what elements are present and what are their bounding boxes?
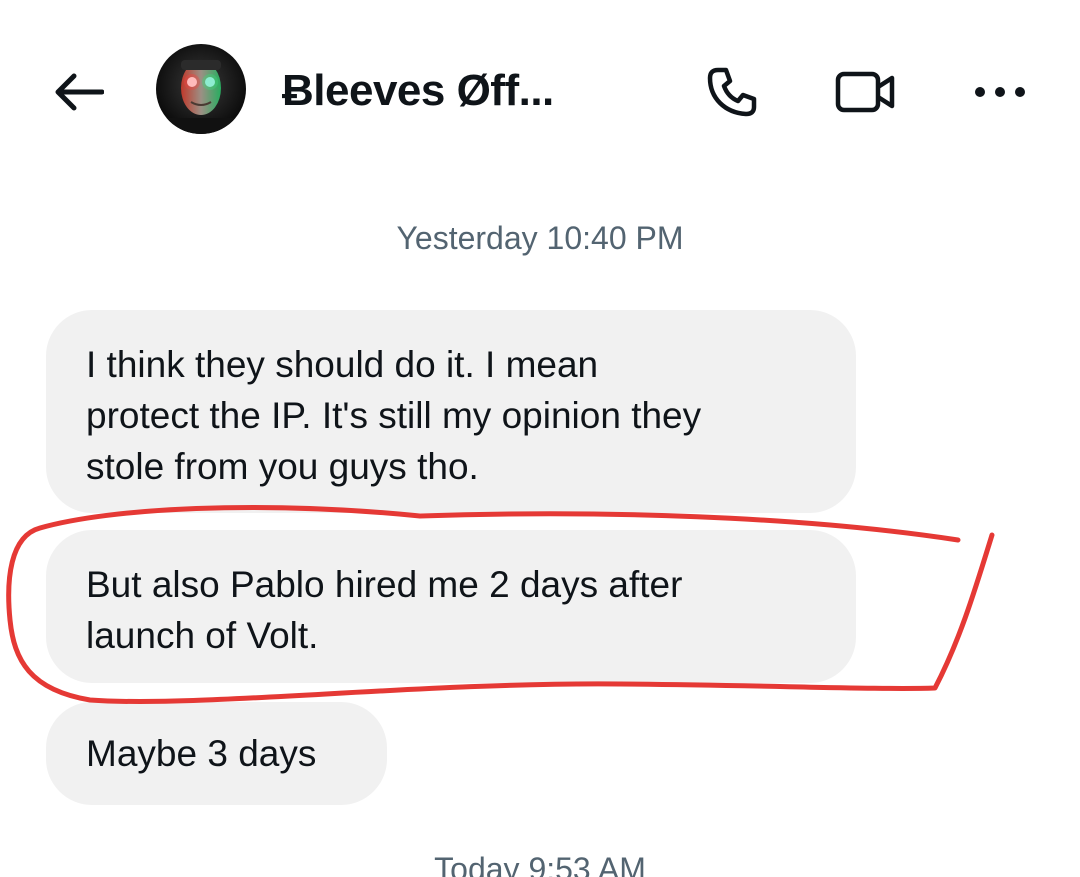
message-bubble[interactable]: I think they should do it. I mean protec…	[46, 310, 856, 513]
back-button[interactable]	[48, 62, 108, 122]
message-line: I think they should do it. I mean	[86, 344, 599, 385]
dm-conversation-screen: Ƀleeves Øff... Yesterday 10:40 PM I thin…	[0, 0, 1080, 877]
message-line: protect the IP. It's still my opinion th…	[86, 395, 702, 436]
call-button[interactable]	[698, 58, 766, 126]
timestamp: Yesterday 10:40 PM	[396, 220, 684, 256]
conversation-title[interactable]: Ƀleeves Øff...	[282, 66, 554, 116]
more-button[interactable]	[966, 58, 1034, 126]
message-line: launch of Volt.	[86, 615, 319, 656]
phone-icon	[707, 67, 757, 117]
avatar[interactable]	[156, 44, 246, 134]
timestamp: Today 9:53 AM	[434, 851, 646, 877]
message-line: stole from you guys tho.	[86, 446, 479, 487]
message-line: But also Pablo hired me 2 days after	[86, 564, 683, 605]
arrow-left-icon	[55, 73, 104, 111]
message-bubble[interactable]: Maybe 3 days	[46, 702, 387, 805]
message-line: Maybe 3 days	[86, 733, 317, 774]
conversation-header: Ƀleeves Øff...	[0, 0, 1080, 180]
video-camera-icon	[835, 71, 895, 113]
video-call-button[interactable]	[832, 58, 900, 126]
more-horizontal-icon	[975, 87, 1025, 97]
message-bubble[interactable]: But also Pablo hired me 2 days after lau…	[46, 530, 856, 683]
